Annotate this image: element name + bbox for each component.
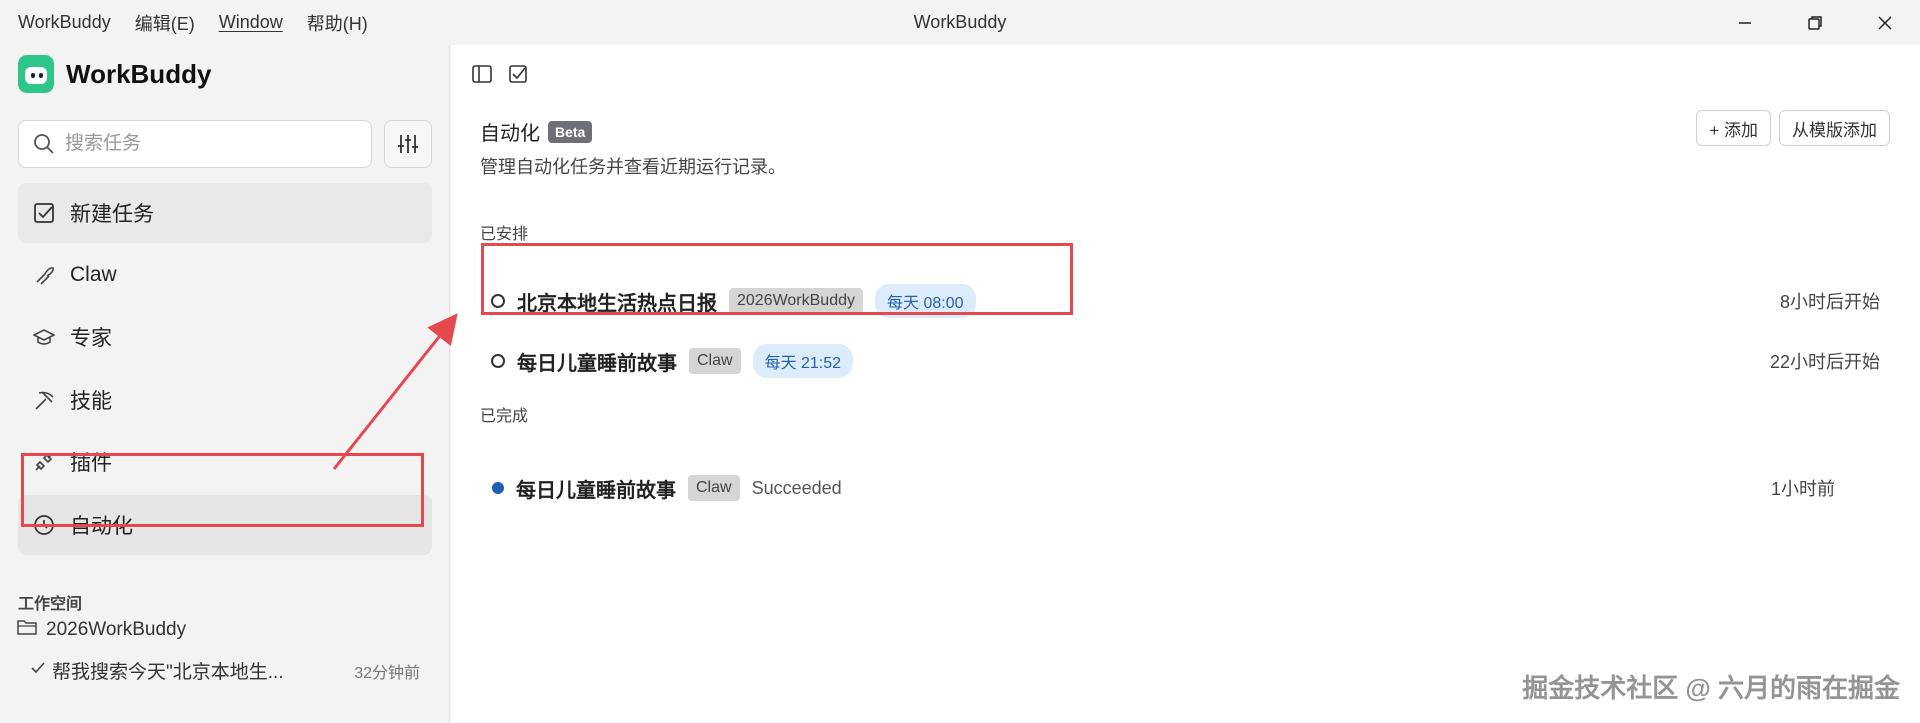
filter-button[interactable] xyxy=(384,120,432,168)
sidebar: WorkBuddy 新建任务 Claw 专家 xyxy=(0,45,450,723)
clock-icon xyxy=(32,513,56,537)
nav-label: 专家 xyxy=(70,327,112,350)
brand-name: WorkBuddy xyxy=(66,58,212,89)
workspace-folder-label: 2026WorkBuddy xyxy=(46,619,187,640)
task-tag: Claw xyxy=(688,475,740,501)
nav-label: Claw xyxy=(70,263,117,286)
toolbar xyxy=(469,61,541,87)
task-tag: 2026WorkBuddy xyxy=(729,288,863,314)
workbuddy-logo-icon xyxy=(18,55,54,93)
completed-section-title: 已完成 xyxy=(480,408,529,425)
menu-window[interactable]: Window xyxy=(219,12,283,33)
checkbox-icon xyxy=(32,201,56,225)
add-from-template-button[interactable]: 从模版添加 xyxy=(1779,110,1890,146)
graduation-cap-icon xyxy=(32,325,56,349)
nav-claw[interactable]: Claw xyxy=(18,245,432,305)
nav-label: 新建任务 xyxy=(70,203,154,226)
close-icon xyxy=(1878,15,1892,30)
nav-label: 插件 xyxy=(70,452,112,475)
search-box[interactable] xyxy=(18,120,372,168)
nav-skills[interactable]: 技能 xyxy=(18,370,432,430)
restore-icon xyxy=(1808,15,1822,30)
scheduled-task-row[interactable]: 北京本地生活热点日报 2026WorkBuddy 每天 08:00 8小时后开始 xyxy=(491,281,1880,321)
task-schedule: 每天 08:00 xyxy=(875,284,976,318)
workspace-folder[interactable]: 2026WorkBuddy xyxy=(16,617,186,643)
nav-label: 技能 xyxy=(70,390,112,413)
toggle-sidebar-button[interactable] xyxy=(469,61,495,87)
watermark: 掘金技术社区 @ 六月的雨在掘金 xyxy=(1522,673,1900,703)
menu-help[interactable]: 帮助(H) xyxy=(307,10,368,36)
task-schedule: 每天 21:52 xyxy=(752,344,854,378)
claw-icon xyxy=(32,263,56,287)
completed-task-row[interactable]: 每日儿童睡前故事 Claw Succeeded 1小时前 xyxy=(492,468,1835,508)
brand: WorkBuddy xyxy=(18,55,211,93)
minimize-button[interactable] xyxy=(1710,0,1780,45)
task-name: 每日儿童睡前故事 xyxy=(516,479,676,502)
sidebar-toggle-icon xyxy=(472,65,492,83)
task-name: 每日儿童睡前故事 xyxy=(517,352,677,375)
title-bar: WorkBuddy 编辑(E) Window 帮助(H) WorkBuddy xyxy=(0,0,1920,45)
add-button[interactable]: + 添加 xyxy=(1696,110,1771,146)
checkbox-icon xyxy=(509,65,527,83)
plug-icon xyxy=(32,450,56,474)
search-icon xyxy=(34,134,54,154)
folder-icon xyxy=(16,617,38,643)
nav-automation[interactable]: 自动化 xyxy=(18,495,432,555)
page-title-text: 自动化 xyxy=(480,123,540,145)
beta-badge: Beta xyxy=(548,120,593,143)
menu-edit[interactable]: 编辑(E) xyxy=(135,10,195,36)
new-task-button[interactable] xyxy=(505,61,531,87)
task-name: 北京本地生活热点日报 xyxy=(517,292,717,315)
window-controls xyxy=(1710,0,1920,45)
status-circle-icon xyxy=(491,294,505,308)
menu-bar: WorkBuddy 编辑(E) Window 帮助(H) xyxy=(0,10,392,36)
workspace-title: 工作空间 xyxy=(18,596,83,613)
task-time: 1小时前 xyxy=(1770,479,1835,499)
page-description: 管理自动化任务并查看近期运行记录。 xyxy=(480,157,786,177)
menu-app[interactable]: WorkBuddy xyxy=(18,12,111,33)
workspace-task-title: 帮我搜索今天"北京本地生... xyxy=(52,662,284,683)
task-status: Succeeded xyxy=(751,477,842,498)
nav-experts[interactable]: 专家 xyxy=(18,307,432,367)
task-eta: 22小时后开始 xyxy=(1769,352,1880,372)
header-actions: + 添加 从模版添加 xyxy=(1688,110,1890,146)
minimize-icon xyxy=(1739,21,1751,24)
nav-plugins[interactable]: 插件 xyxy=(18,432,432,492)
close-button[interactable] xyxy=(1850,0,1920,45)
sliders-icon xyxy=(398,135,418,153)
search-input[interactable] xyxy=(65,133,345,155)
nav-new-task[interactable]: 新建任务 xyxy=(18,183,432,243)
pickaxe-icon xyxy=(32,388,56,412)
main-panel: 自动化 Beta 管理自动化任务并查看近期运行记录。 + 添加 从模版添加 已安… xyxy=(451,45,1920,723)
workspace-task-time: 32分钟前 xyxy=(354,664,420,682)
page-title: 自动化 Beta xyxy=(480,117,593,146)
status-dot-icon xyxy=(492,482,504,494)
scheduled-section-title: 已安排 xyxy=(480,226,529,243)
nav-label: 自动化 xyxy=(70,515,133,538)
workspace-task[interactable]: 帮我搜索今天"北京本地生... 32分钟前 xyxy=(30,657,420,684)
task-tag: Claw xyxy=(689,348,741,374)
check-icon xyxy=(30,660,46,682)
scheduled-task-row[interactable]: 每日儿童睡前故事 Claw 每天 21:52 22小时后开始 xyxy=(491,341,1880,381)
status-circle-icon xyxy=(491,354,505,368)
task-eta: 8小时后开始 xyxy=(1779,292,1880,312)
restore-button[interactable] xyxy=(1780,0,1850,45)
